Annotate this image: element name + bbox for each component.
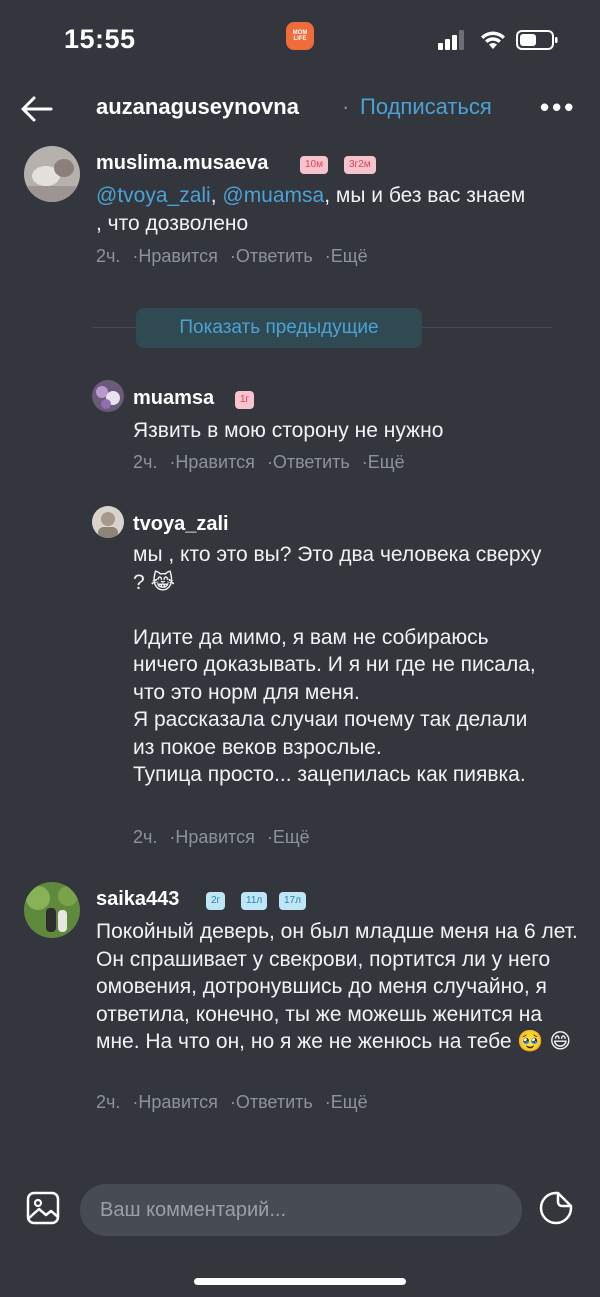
comment-meta: 2ч. ·Нравится ·Ещё: [133, 827, 310, 847]
avatar-saika[interactable]: [24, 882, 80, 938]
age-badge: 3г2м: [344, 156, 376, 174]
wifi-icon: [481, 31, 505, 49]
comment-composer: [0, 1180, 600, 1250]
comment-username[interactable]: muslima.musaeva: [96, 152, 268, 175]
like-button[interactable]: Нравится: [175, 827, 254, 847]
comment-text: @tvoya_zali, @muamsa, мы и без вас знаем…: [96, 184, 526, 235]
comment-username[interactable]: muamsa: [133, 387, 214, 410]
post-author-username[interactable]: auzanaguseynovna: [96, 94, 299, 120]
comment-meta: 2ч. ·Нравится ·Ответить ·Ещё: [96, 1092, 368, 1112]
like-button[interactable]: Нравится: [138, 1092, 217, 1112]
comment-time: 2ч.: [96, 246, 121, 266]
subscribe-link[interactable]: Подписаться: [360, 94, 492, 120]
comment-username[interactable]: tvoya_zali: [133, 513, 229, 536]
comment-time: 2ч.: [133, 827, 158, 847]
comment-text: Язвить в мою сторону не нужно: [133, 419, 444, 442]
comment-time: 2ч.: [133, 452, 158, 472]
comment-meta: 2ч. ·Нравится ·Ответить ·Ещё: [133, 452, 405, 472]
comment-time: 2ч.: [96, 1092, 121, 1112]
comment-text: мы , кто это вы? Это два человека сверху…: [133, 543, 542, 786]
home-indicator[interactable]: [194, 1278, 406, 1285]
momlife-app-icon: MOM LIFE: [286, 22, 314, 50]
avatar-muamsa[interactable]: [92, 380, 124, 412]
cellular-signal-icon: [438, 30, 464, 50]
age-badge: 10м: [300, 156, 328, 174]
sticker-icon[interactable]: [538, 1190, 574, 1226]
mention-tvoya-zali[interactable]: @tvoya_zali: [96, 184, 211, 207]
reply-button[interactable]: Ответить: [236, 1092, 313, 1112]
comment-username[interactable]: saika443: [96, 888, 179, 911]
age-badge: 2г: [206, 892, 226, 910]
comment-input[interactable]: [80, 1184, 522, 1236]
more-button[interactable]: Ещё: [331, 246, 368, 266]
age-badge: 1г: [235, 391, 255, 409]
avatar-tvoya-zali[interactable]: [92, 506, 124, 538]
age-badge: 11л: [241, 892, 268, 910]
show-previous-button[interactable]: Показать предыдущие: [136, 308, 422, 348]
like-button[interactable]: Нравится: [138, 246, 217, 266]
comment-text: Покойный деверь, он был младше меня на 6…: [96, 920, 578, 1053]
more-options-icon[interactable]: •••: [540, 92, 576, 123]
reply-button[interactable]: Ответить: [236, 246, 313, 266]
status-time: 15:55: [64, 24, 136, 54]
header: auzanaguseynovna · Подписаться •••: [0, 80, 600, 138]
more-button[interactable]: Ещё: [273, 827, 310, 847]
avatar-muslima[interactable]: [24, 146, 80, 202]
header-separator-dot: ·: [342, 94, 350, 119]
image-attach-icon[interactable]: [25, 1190, 61, 1226]
status-bar: 15:55 MOM LIFE: [0, 0, 600, 80]
battery-icon: [516, 30, 558, 50]
like-button[interactable]: Нравится: [175, 452, 254, 472]
reply-button[interactable]: Ответить: [273, 452, 350, 472]
back-arrow-icon[interactable]: [20, 94, 54, 124]
more-button[interactable]: Ещё: [331, 1092, 368, 1112]
more-button[interactable]: Ещё: [368, 452, 405, 472]
mention-muamsa[interactable]: @muamsa: [222, 184, 324, 207]
comment-meta: 2ч. ·Нравится ·Ответить ·Ещё: [96, 246, 368, 266]
age-badge: 17л: [279, 892, 306, 910]
